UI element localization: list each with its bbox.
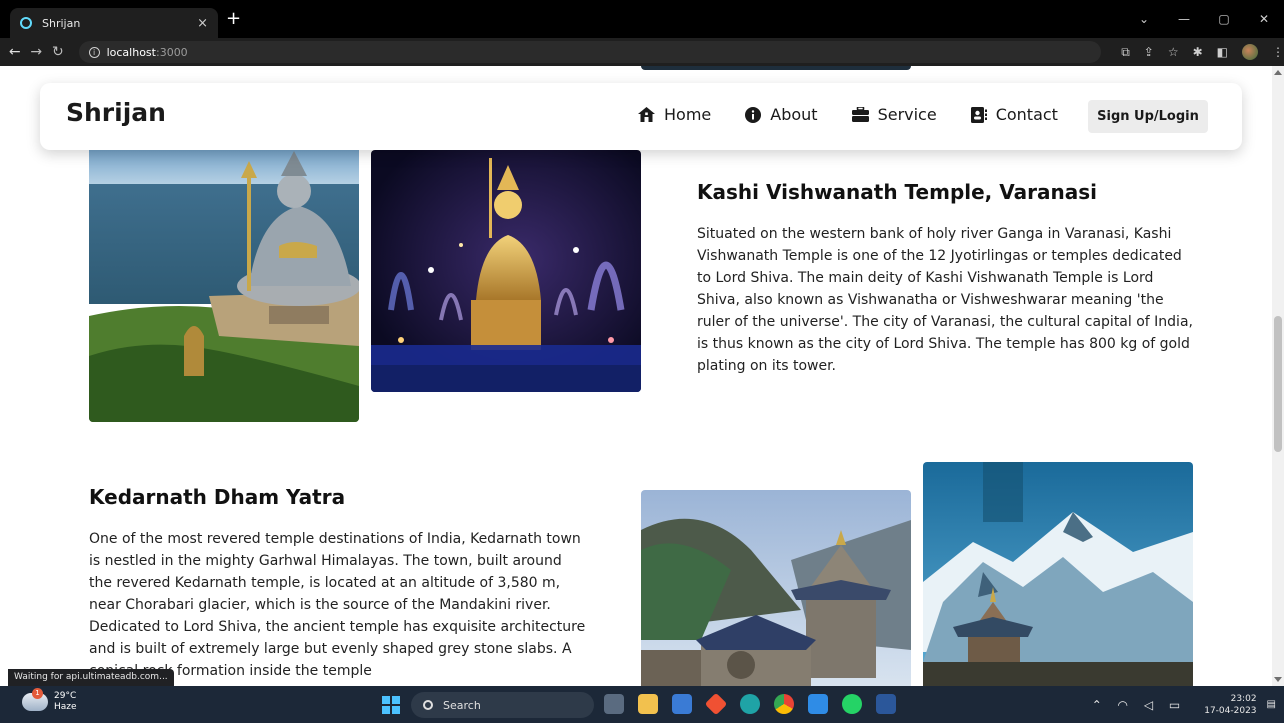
section-description: Situated on the western bank of holy riv… <box>697 226 1193 374</box>
windows-start-icon[interactable] <box>382 696 400 714</box>
chrome-menu-icon[interactable]: ⋮ <box>1272 45 1284 59</box>
tab-search-chevron-icon[interactable]: ⌄ <box>1124 12 1164 26</box>
page-scrollbar[interactable] <box>1272 66 1284 686</box>
nav-item-about[interactable]: About <box>745 105 818 124</box>
scroll-down-arrow-icon[interactable] <box>1274 677 1282 682</box>
site-info-icon[interactable]: i <box>88 46 100 58</box>
search-icon <box>423 700 433 710</box>
system-tray: ⌃ ◠ ◁ ▭ 23:02 17-04-2023 ▤ <box>1092 686 1276 723</box>
page-viewport: Shrijan Home About Service Contact Sign … <box>0 66 1272 686</box>
weather-condition: Haze <box>54 702 77 712</box>
address-book-icon <box>970 106 987 123</box>
back-arrow-icon[interactable]: ← <box>4 44 26 60</box>
close-window-icon[interactable]: ✕ <box>1244 12 1284 26</box>
minimize-icon[interactable]: — <box>1164 12 1204 26</box>
weather-cloud-icon: 1 <box>22 688 48 711</box>
section-description: One of the most revered temple destinati… <box>89 531 586 679</box>
home-icon <box>638 107 655 122</box>
site-brand-logo[interactable]: Shrijan <box>66 98 166 127</box>
shiva-statue-coast-image <box>89 146 359 422</box>
browser-status-bubble: Waiting for api.ultimateadb.com... <box>8 669 174 686</box>
clock-date: 17-04-2023 <box>1204 705 1257 716</box>
bookmark-star-icon[interactable]: ☆ <box>1168 45 1179 59</box>
section-title: Kashi Vishwanath Temple, Varanasi <box>697 180 1097 204</box>
nav-item-home[interactable]: Home <box>638 105 711 124</box>
address-bar-row: ← → ↻ i localhost:3000 ⧉ ⇪ ☆ ✱ ◧ ⋮ <box>0 38 1284 66</box>
nav-item-label: Contact <box>995 105 1058 124</box>
forward-arrow-icon[interactable]: → <box>26 44 48 60</box>
clock-time: 23:02 <box>1230 693 1257 704</box>
microsoft-store-icon[interactable] <box>672 694 692 714</box>
file-explorer-icon[interactable] <box>638 694 658 714</box>
url-port: :3000 <box>155 45 188 59</box>
briefcase-icon <box>851 107 869 122</box>
info-icon <box>745 106 762 123</box>
new-tab-button[interactable]: + <box>226 10 241 28</box>
profile-avatar[interactable] <box>1242 44 1259 60</box>
git-icon[interactable] <box>704 692 728 716</box>
windows-taskbar: 1 29°C Haze Search ⌃ ◠ ◁ ▭ 23:02 17-04-2… <box>0 686 1284 723</box>
react-favicon-icon <box>20 17 32 29</box>
nav-item-label: Service <box>877 105 937 124</box>
task-view-icon[interactable] <box>604 694 624 714</box>
scroll-up-arrow-icon[interactable] <box>1274 70 1282 75</box>
vscode-icon[interactable] <box>808 694 828 714</box>
chrome-browser-icon[interactable] <box>774 694 794 714</box>
search-label: Search <box>443 698 481 712</box>
weather-widget[interactable]: 1 29°C Haze <box>22 688 77 713</box>
shiva-statue-night-fountain-image <box>371 150 641 392</box>
browser-tab[interactable]: Shrijan × <box>10 8 218 38</box>
toolbar-icons: ⧉ ⇪ ☆ ✱ ◧ ⋮ <box>1121 44 1284 60</box>
whatsapp-icon[interactable] <box>842 694 862 714</box>
section-title: Kedarnath Dham Yatra <box>89 485 346 509</box>
taskbar-search[interactable]: Search <box>411 692 594 718</box>
previous-image-edge <box>641 66 911 70</box>
weather-badge: 1 <box>32 688 43 699</box>
reload-icon[interactable]: ↻ <box>47 44 69 60</box>
nav-item-contact[interactable]: Contact <box>970 105 1058 124</box>
url-input[interactable]: i localhost:3000 <box>78 41 1102 63</box>
edge-browser-icon[interactable] <box>740 694 760 714</box>
maximize-icon[interactable]: ▢ <box>1204 12 1244 26</box>
scrollbar-thumb[interactable] <box>1274 316 1282 452</box>
kedarnath-snow-mountain-image <box>923 462 1193 686</box>
nav-item-service[interactable]: Service <box>851 105 937 124</box>
google-lens-icon[interactable]: ⧉ <box>1121 45 1130 60</box>
nav-menu: Home About Service Contact <box>638 105 1092 124</box>
browser-tab-bar: Shrijan × + ⌄ — ▢ ✕ <box>0 0 1284 38</box>
window-controls: ⌄ — ▢ ✕ <box>1124 0 1284 38</box>
tab-close-icon[interactable]: × <box>197 16 208 31</box>
side-panel-icon[interactable]: ◧ <box>1217 45 1228 59</box>
nav-item-label: Home <box>664 105 712 124</box>
site-navbar: Shrijan Home About Service Contact Sign … <box>40 83 1242 150</box>
word-icon[interactable] <box>876 694 896 714</box>
nav-item-label: About <box>770 105 818 124</box>
extensions-puzzle-icon[interactable]: ✱ <box>1193 45 1203 59</box>
tab-title: Shrijan <box>42 16 81 30</box>
tray-icons[interactable]: ⌃ ◠ ◁ ▭ <box>1092 698 1187 712</box>
signup-login-button[interactable]: Sign Up/Login <box>1088 100 1208 133</box>
clock[interactable]: 23:02 17-04-2023 <box>1204 693 1256 717</box>
temperature: 29°C <box>54 691 77 701</box>
taskbar-apps <box>604 692 896 716</box>
url-host: localhost <box>106 45 156 59</box>
kedarnath-temple-image <box>641 490 911 686</box>
weather-text: 29°C Haze <box>54 691 77 713</box>
notification-icon[interactable]: ▤ <box>1267 699 1276 710</box>
share-icon[interactable]: ⇪ <box>1144 45 1154 59</box>
